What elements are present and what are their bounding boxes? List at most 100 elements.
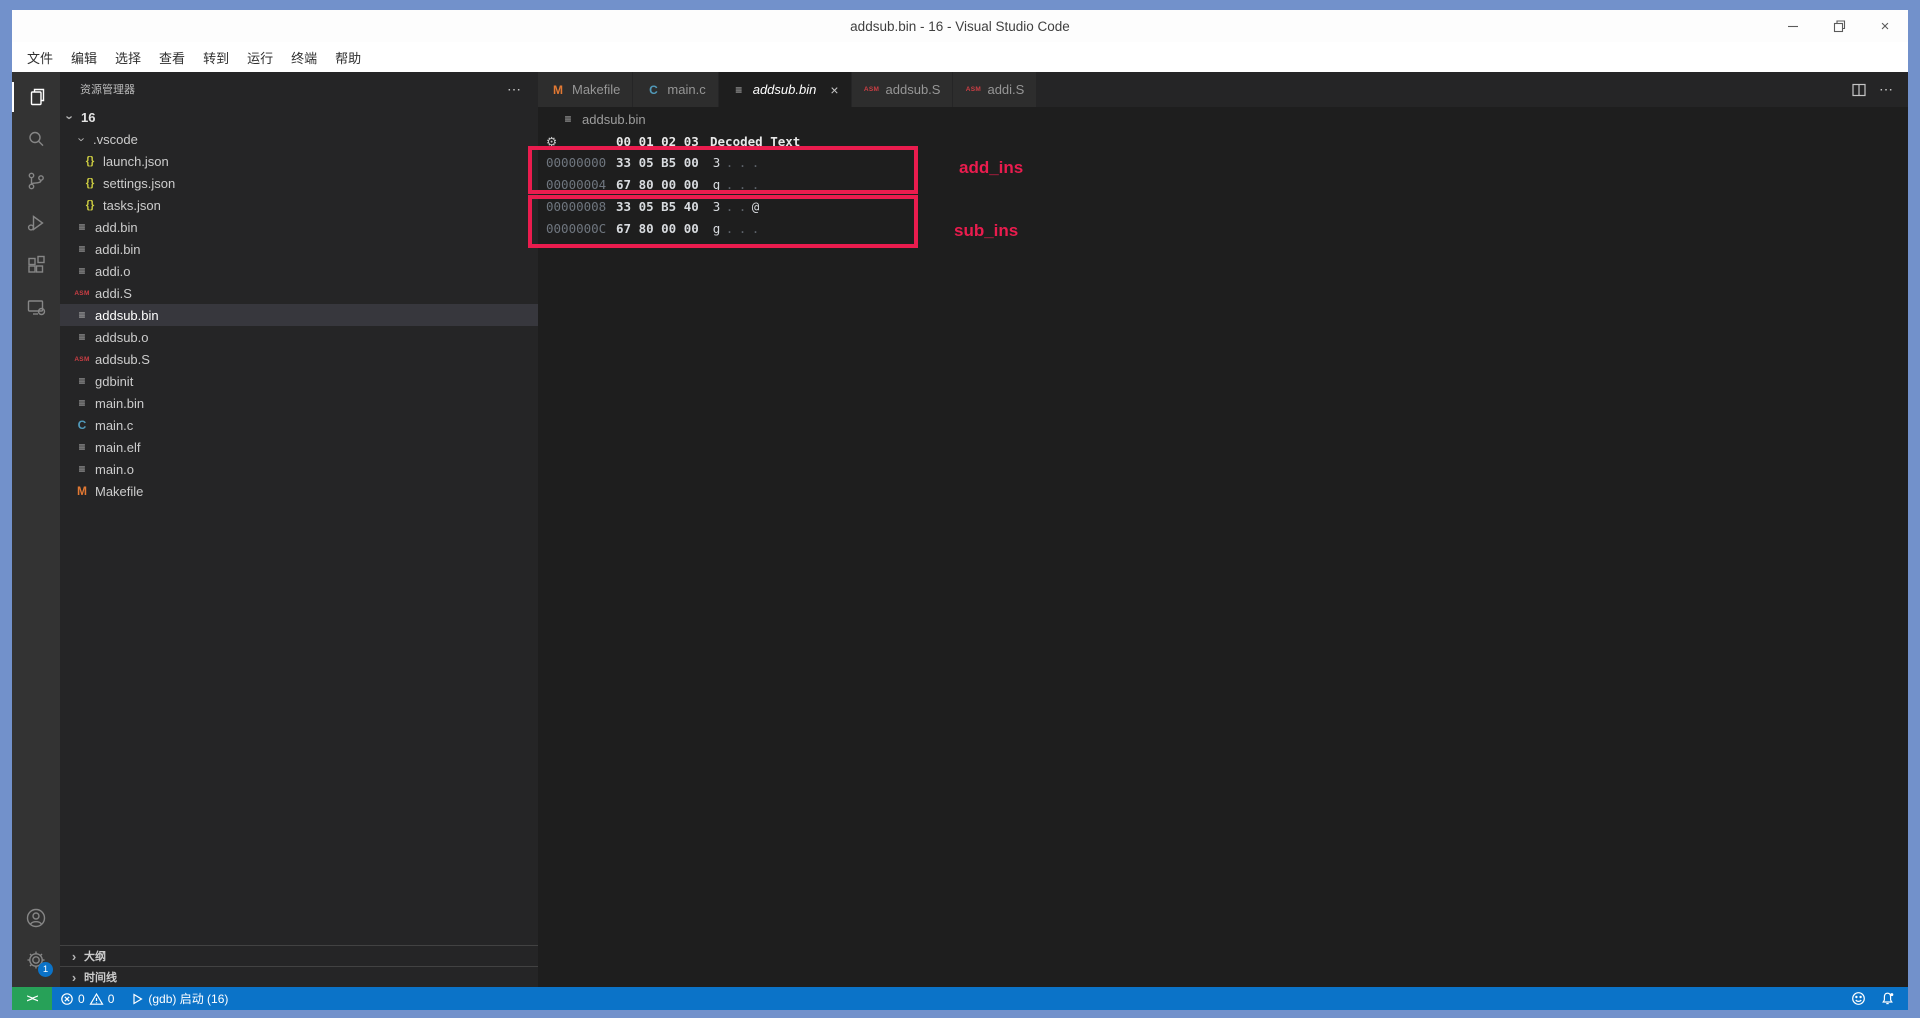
decoded-char: . (736, 221, 749, 236)
tab-addsub-s[interactable]: ASMaddsub.S (852, 72, 954, 107)
menu-item-2[interactable]: 编辑 (62, 48, 106, 67)
close-icon: × (1881, 18, 1890, 35)
asm-file-icon: ASM (965, 86, 981, 93)
makefile-file-icon: M (74, 484, 90, 498)
menu-item-1[interactable]: 文件 (18, 48, 62, 67)
tree-item-launch-json[interactable]: {}launch.json (60, 150, 538, 172)
debug-start-icon (130, 992, 144, 1006)
activity-bar: 1 (12, 72, 60, 987)
editor-more-actions-icon[interactable]: ⋯ (1879, 81, 1894, 98)
lines-file-icon: ≡ (74, 374, 90, 388)
settings-badge: 1 (38, 962, 53, 977)
remote-explorer-activity-button[interactable] (12, 286, 60, 328)
section-大纲[interactable]: ›大纲 (60, 945, 538, 966)
hex-decoded: g... (710, 177, 762, 192)
title-bar: addsub.bin - 16 - Visual Studio Code × (12, 10, 1908, 42)
tab-addsub-bin[interactable]: ≡addsub.bin× (719, 72, 852, 107)
makefile-file-icon: M (550, 83, 566, 97)
hex-settings-gear-icon[interactable]: ⚙ (546, 134, 616, 149)
file-label: addsub.o (95, 330, 149, 345)
breadcrumb[interactable]: ≡ addsub.bin (538, 107, 1908, 131)
json-file-icon: {} (82, 155, 98, 167)
tab-label: addsub.S (886, 82, 941, 97)
tree-item-addi-o[interactable]: ≡addi.o (60, 260, 538, 282)
tree-item-main-elf[interactable]: ≡main.elf (60, 436, 538, 458)
tree-item-makefile[interactable]: MMakefile (60, 480, 538, 502)
run-debug-activity-button[interactable] (12, 202, 60, 244)
warnings-count: 0 (108, 992, 115, 1006)
hex-decoded: g... (710, 221, 762, 236)
decoded-char: . (736, 155, 749, 170)
tree-item-addsub-bin[interactable]: ≡addsub.bin (60, 304, 538, 326)
menu-item-5[interactable]: 转到 (194, 48, 238, 67)
chevron-down-icon: › (75, 133, 90, 145)
debug-status[interactable]: (gdb) 启动 (16) (122, 987, 236, 1010)
decoded-char: . (736, 177, 749, 192)
tree-item-main-o[interactable]: ≡main.o (60, 458, 538, 480)
restore-icon (1833, 20, 1846, 33)
settings-button[interactable]: 1 (12, 939, 60, 981)
extensions-activity-button[interactable] (12, 244, 60, 286)
menu-item-3[interactable]: 选择 (106, 48, 150, 67)
tree-item-main-c[interactable]: Cmain.c (60, 414, 538, 436)
asm-file-icon: ASM (74, 290, 90, 297)
hex-address: 0000000C (546, 221, 616, 236)
menu-item-4[interactable]: 查看 (150, 48, 194, 67)
file-label: addi.o (95, 264, 130, 279)
bell-icon (1880, 991, 1895, 1006)
minimize-button[interactable] (1770, 10, 1816, 42)
hex-row-0000000c[interactable]: 0000000C67 80 00 00g... (546, 217, 1908, 239)
restore-button[interactable] (1816, 10, 1862, 42)
file-tree: ›16›.vscode{}launch.json{}settings.json{… (60, 106, 538, 945)
tree-item-settings-json[interactable]: {}settings.json (60, 172, 538, 194)
hex-row-00000004[interactable]: 0000000467 80 00 00g... (546, 173, 1908, 195)
tree-item-gdbinit[interactable]: ≡gdbinit (60, 370, 538, 392)
feedback-button[interactable] (1846, 987, 1871, 1010)
section-时间线[interactable]: ›时间线 (60, 966, 538, 987)
debug-status-text: (gdb) 启动 (16) (148, 990, 228, 1007)
chevron-down-icon: › (63, 111, 78, 123)
tree-item-main-bin[interactable]: ≡main.bin (60, 392, 538, 414)
tree-item-addi-bin[interactable]: ≡addi.bin (60, 238, 538, 260)
hex-decoded-header: Decoded Text (710, 134, 800, 149)
hex-row-00000000[interactable]: 0000000033 05 B5 003... (546, 151, 1908, 173)
remote-indicator-button[interactable]: >< (12, 987, 52, 1010)
hex-row-00000008[interactable]: 0000000833 05 B5 403..@ (546, 195, 1908, 217)
tab-main-c[interactable]: Cmain.c (633, 72, 718, 107)
hex-decoded: 3..@ (710, 199, 762, 214)
tree-item-vscode[interactable]: ›.vscode (60, 128, 538, 150)
explorer-more-actions-icon[interactable]: ⋯ (507, 81, 522, 98)
file-label: main.c (95, 418, 133, 433)
tab-addi-s[interactable]: ASMaddi.S (953, 72, 1037, 107)
hex-bytes: 67 80 00 00 (616, 177, 710, 192)
problems-status[interactable]: 0 0 (52, 987, 122, 1010)
decoded-char: . (723, 177, 736, 192)
search-activity-button[interactable] (12, 118, 60, 160)
tree-item-addsub-s[interactable]: ASMaddsub.S (60, 348, 538, 370)
account-button[interactable] (12, 897, 60, 939)
menu-item-7[interactable]: 终端 (282, 48, 326, 67)
split-editor-icon[interactable] (1851, 82, 1867, 98)
decoded-char: g (710, 177, 723, 192)
tree-item-addi-s[interactable]: ASMaddi.S (60, 282, 538, 304)
tree-item-16[interactable]: ›16 (60, 106, 538, 128)
hex-address: 00000000 (546, 155, 616, 170)
source-control-activity-button[interactable] (12, 160, 60, 202)
c-file-icon: C (74, 418, 90, 432)
tab-close-icon[interactable]: × (830, 82, 838, 98)
tab-makefile[interactable]: MMakefile (538, 72, 633, 107)
decoded-char: @ (749, 199, 762, 214)
chevron-right-icon: › (68, 949, 80, 964)
explorer-activity-button[interactable] (12, 76, 60, 118)
menu-item-8[interactable]: 帮助 (326, 48, 370, 67)
lines-file-icon: ≡ (74, 396, 90, 410)
file-label: tasks.json (103, 198, 161, 213)
tree-item-add-bin[interactable]: ≡add.bin (60, 216, 538, 238)
tree-item-addsub-o[interactable]: ≡addsub.o (60, 326, 538, 348)
explorer-sidebar: 资源管理器 ⋯ ›16›.vscode{}launch.json{}settin… (60, 72, 538, 987)
sub-ins-annotation-label: sub_ins (954, 221, 1018, 241)
notifications-button[interactable] (1875, 987, 1900, 1010)
menu-item-6[interactable]: 运行 (238, 48, 282, 67)
tree-item-tasks-json[interactable]: {}tasks.json (60, 194, 538, 216)
close-button[interactable]: × (1862, 10, 1908, 42)
